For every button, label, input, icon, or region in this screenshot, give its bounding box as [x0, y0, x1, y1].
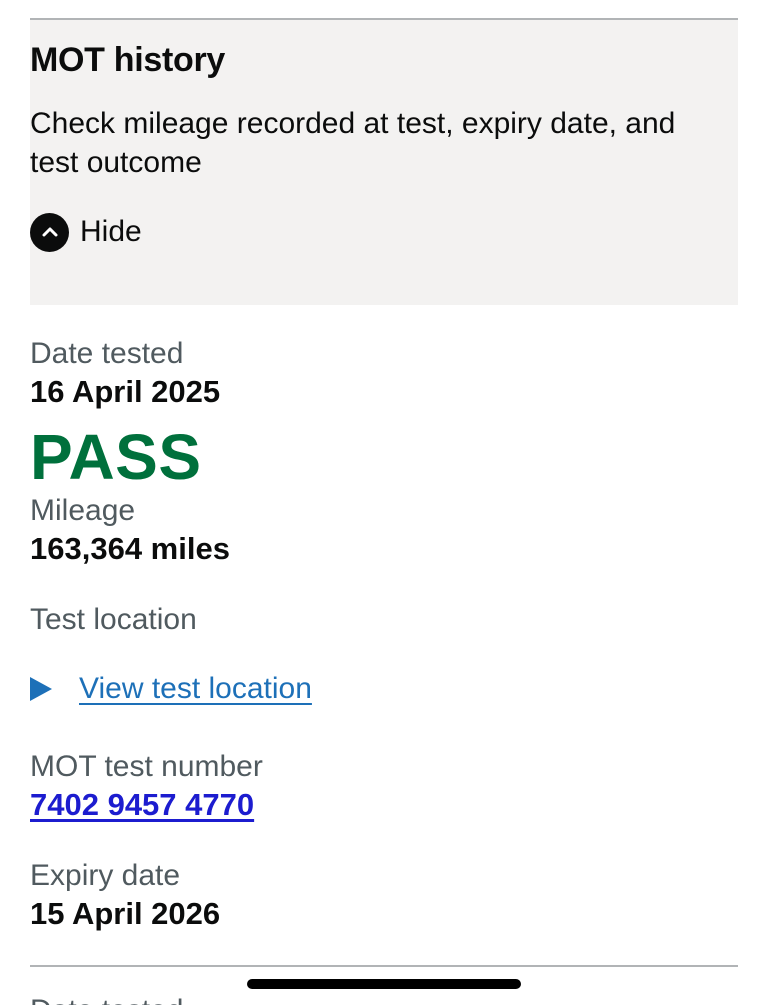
- test-number-field: MOT test number 7402 9457 4770: [30, 748, 263, 824]
- hide-toggle-button[interactable]: Hide: [30, 212, 142, 252]
- entry-divider: [30, 965, 738, 967]
- mileage-value: 163,364 miles: [30, 531, 230, 566]
- date-tested-field: Date tested 16 April 2025: [30, 335, 220, 411]
- mot-history-page: MOT history Check mileage recorded at te…: [0, 0, 768, 1005]
- expiry-date-field: Expiry date 15 April 2026: [30, 857, 220, 933]
- expiry-date-value: 15 April 2026: [30, 896, 221, 931]
- test-number-link[interactable]: 7402 9457 4770: [30, 786, 263, 824]
- accordion-header[interactable]: MOT history Check mileage recorded at te…: [30, 20, 738, 305]
- hide-toggle-label: Hide: [80, 215, 142, 248]
- date-tested-value: 16 April 2025: [30, 374, 221, 409]
- home-indicator[interactable]: [247, 979, 521, 989]
- test-number-label: MOT test number: [30, 750, 263, 783]
- date-tested-label: Date tested: [30, 337, 184, 370]
- test-location-label: Test location: [30, 603, 197, 636]
- test-location-field: Test location: [30, 601, 197, 639]
- accordion-summary: Check mileage recorded at test, expiry d…: [30, 107, 676, 179]
- mileage-label: Mileage: [30, 494, 136, 527]
- accordion-title: MOT history: [30, 41, 226, 79]
- next-date-tested-label: Date tested: [30, 992, 183, 1005]
- chevron-up-icon: [30, 212, 69, 252]
- test-result-status: PASS: [30, 421, 202, 493]
- mileage-field: Mileage 163,364 miles: [30, 492, 230, 568]
- expiry-date-label: Expiry date: [30, 859, 181, 892]
- triangle-right-icon: [30, 677, 52, 701]
- view-test-location-toggle[interactable]: View test location: [30, 668, 312, 710]
- view-test-location-link[interactable]: View test location: [79, 672, 312, 706]
